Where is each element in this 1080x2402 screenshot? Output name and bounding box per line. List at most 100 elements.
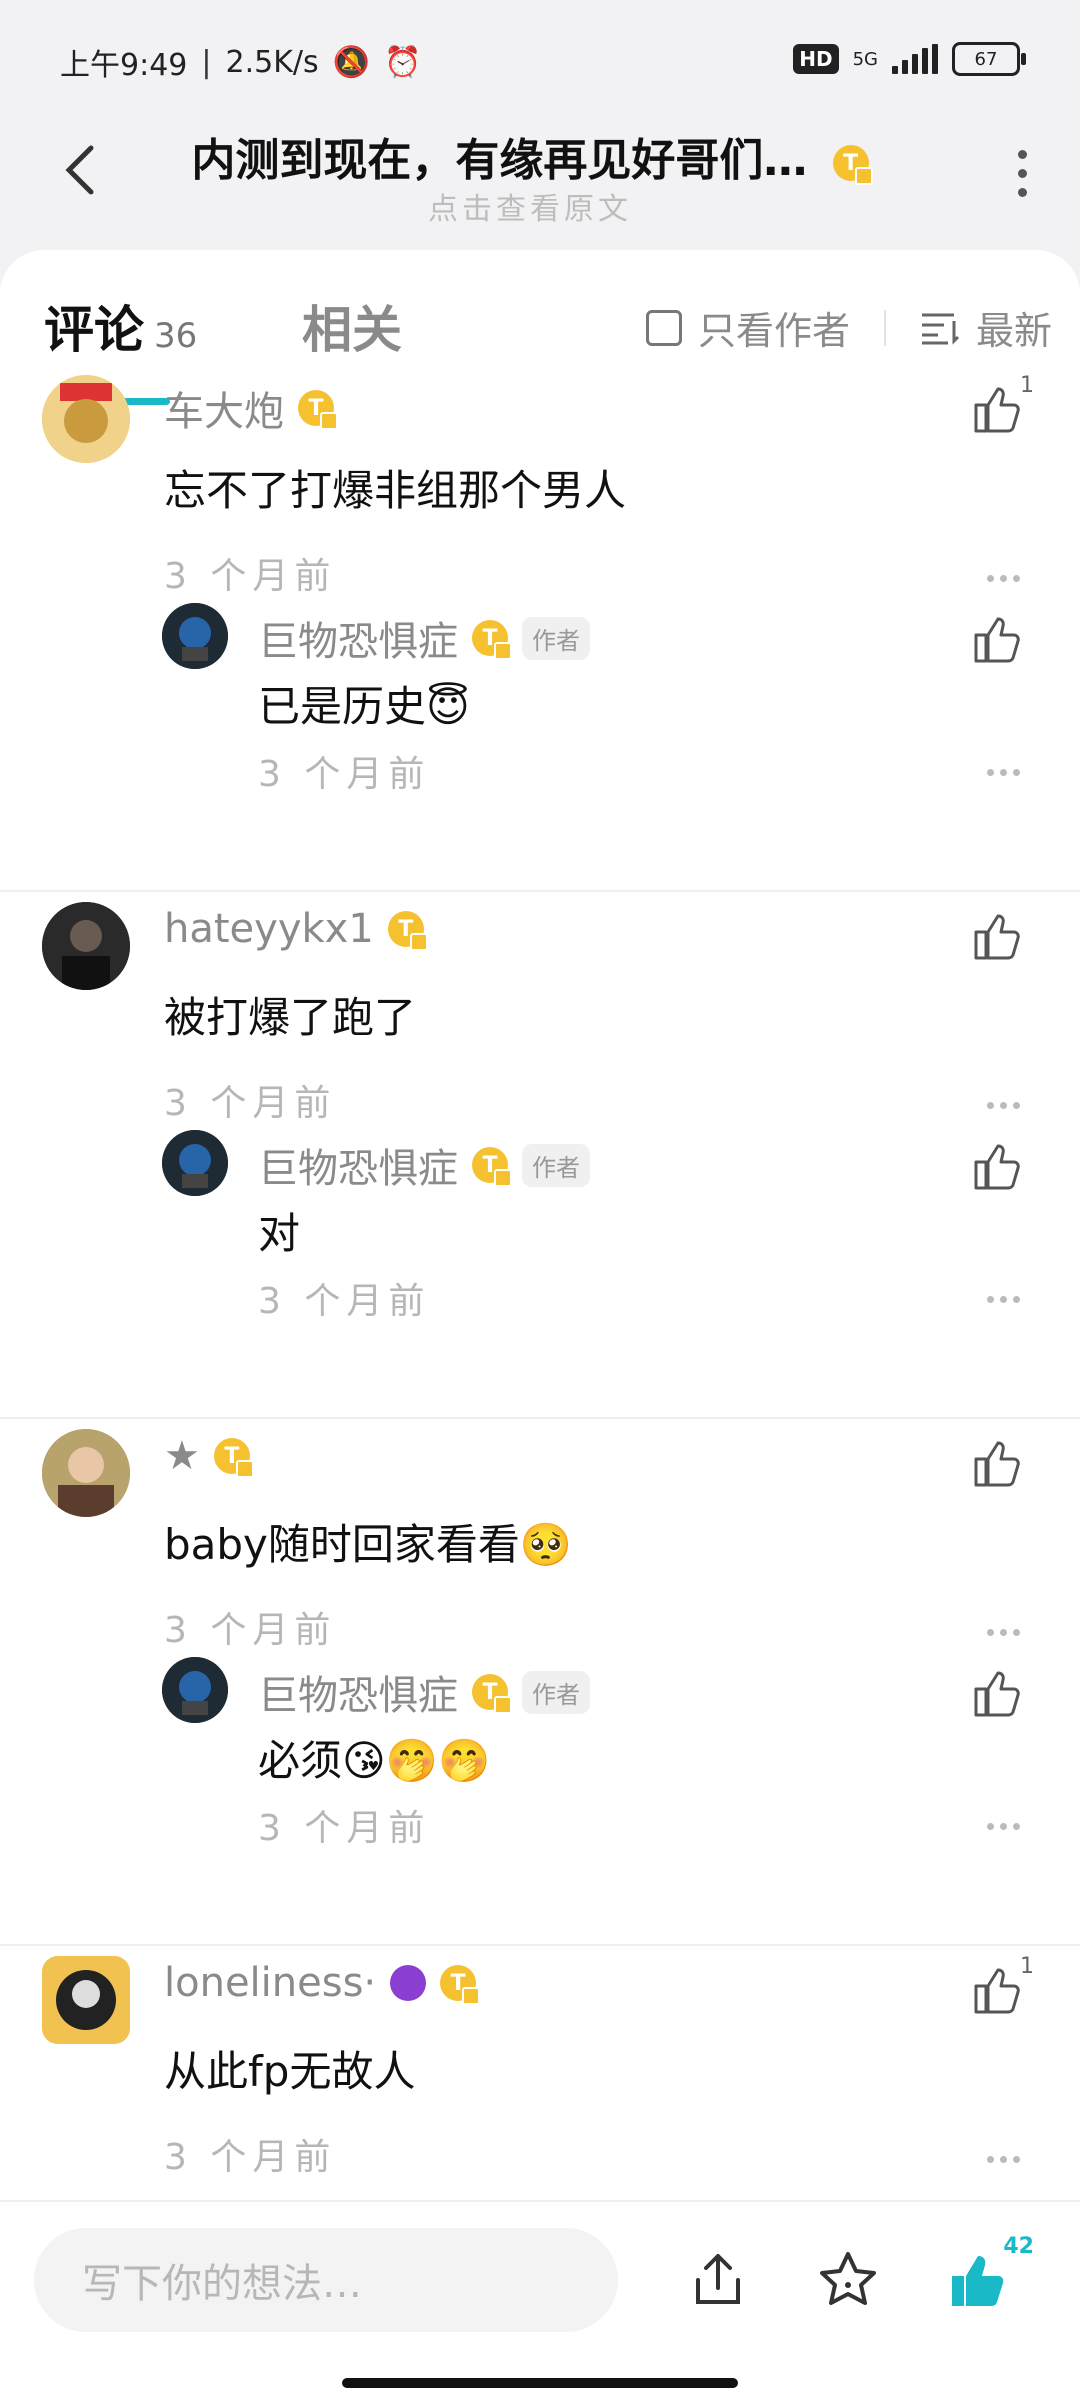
reply-more-icon[interactable] — [987, 1823, 1020, 1830]
thumb-up-icon — [974, 1441, 1020, 1487]
level-badge-icon: T — [387, 911, 428, 951]
comment-username[interactable]: loneliness· T — [164, 1960, 481, 2006]
avatar[interactable] — [42, 1429, 130, 1517]
reply-username[interactable]: 巨物恐惧症 T 作者 — [258, 609, 590, 667]
post-like-button[interactable]: 42 — [946, 2234, 1034, 2312]
level-badge-icon: T — [832, 145, 873, 185]
comment-username[interactable]: hateyykx1 T — [164, 906, 428, 952]
comments-count: 36 — [154, 316, 198, 356]
thumb-up-icon — [974, 617, 1020, 663]
back-button[interactable] — [50, 140, 110, 200]
level-badge-icon: T — [472, 1674, 512, 1714]
thumb-up-icon — [974, 1968, 1020, 2014]
reply-item: 巨物恐惧症 T 作者 已是历史😇 3 个月前 — [162, 603, 1080, 803]
sort-label[interactable]: 最新 — [976, 300, 1052, 355]
comment-more-icon[interactable] — [987, 1629, 1020, 1636]
reply-text[interactable]: 对 — [258, 1200, 300, 1261]
author-tag: 作者 — [522, 1143, 590, 1187]
hd-icon: HD — [793, 44, 839, 74]
comment-item: ★ T baby随时回家看看🥺 3 个月前 巨物恐惧症 T 作者 必须😘🤭🤭 3 个月… — [0, 1419, 1080, 1946]
like-count: 1 — [1020, 1954, 1034, 1979]
reply-text[interactable]: 必须😘🤭🤭 — [258, 1727, 490, 1788]
comment-text[interactable]: baby随时回家看看🥺 — [164, 1511, 572, 1572]
reply-item: 巨物恐惧症 T 作者 必须😘🤭🤭 3 个月前 — [162, 1657, 1080, 1857]
comment-item: loneliness· T 从此fp无故人 3 个月前 1 — [0, 1946, 1080, 2236]
comment-item: hateyykx1 T 被打爆了跑了 3 个月前 巨物恐惧症 T 作者 对 3 个月前 — [0, 892, 1080, 1419]
comments-sheet: 评论 36 相关 只看作者 最新 车大炮 T 忘不了打爆非组那个男人 3 个月前 1 — [0, 250, 1080, 2400]
reply-item: 巨物恐惧症 T 作者 对 3 个月前 — [162, 1130, 1080, 1330]
like-button[interactable]: 1 — [970, 373, 1034, 435]
comment-text[interactable]: 忘不了打爆非组那个男人 — [164, 457, 626, 518]
comment-username[interactable]: 车大炮 T — [164, 379, 338, 437]
tabs-bar: 评论 36 相关 只看作者 最新 — [44, 280, 1052, 405]
reply-time: 3 个月前 — [258, 1808, 431, 1849]
avatar[interactable] — [162, 1657, 228, 1723]
star-icon: ★ — [164, 1433, 200, 1479]
reply-username[interactable]: 巨物恐惧症 T 作者 — [258, 1663, 590, 1721]
level-badge-icon: T — [472, 1147, 512, 1187]
view-original-link[interactable]: 点击查看原文 — [150, 184, 910, 228]
comment-time: 3 个月前 — [164, 556, 337, 597]
like-button[interactable] — [970, 1140, 1022, 1192]
page-title: 内测到现在，有缘再见好哥们… T — [150, 124, 910, 188]
comment-input[interactable]: 写下你的想法… — [34, 2228, 618, 2332]
reply-text[interactable]: 已是历史😇 — [258, 673, 470, 734]
comment-list: 车大炮 T 忘不了打爆非组那个男人 3 个月前 1 巨物恐惧症 T 作者 已是历史😇 … — [0, 365, 1080, 2236]
mute-icon: 🔕 — [332, 44, 370, 80]
share-icon — [696, 2254, 740, 2304]
comment-more-icon[interactable] — [987, 1102, 1020, 1109]
level-badge-icon: T — [472, 620, 512, 660]
post-like-count: 42 — [1003, 2234, 1034, 2259]
like-count: 1 — [1020, 373, 1034, 398]
author-only-label[interactable]: 只看作者 — [698, 300, 850, 355]
comment-text[interactable]: 从此fp无故人 — [164, 2038, 415, 2099]
like-button[interactable]: 1 — [970, 1954, 1034, 2016]
comment-text[interactable]: 被打爆了跑了 — [164, 984, 416, 1045]
like-button[interactable] — [970, 1437, 1022, 1489]
favorite-button[interactable] — [816, 2248, 880, 2312]
author-tag: 作者 — [522, 1670, 590, 1714]
reply-more-icon[interactable] — [987, 769, 1020, 776]
level-badge-icon: T — [440, 1965, 481, 2005]
tab-comments[interactable]: 评论 36 — [44, 290, 197, 362]
avatar[interactable] — [162, 603, 228, 669]
comment-time: 3 个月前 — [164, 1610, 337, 1651]
emoji-badge-icon — [390, 1965, 427, 2001]
star-icon — [820, 2252, 876, 2305]
share-button[interactable] — [686, 2248, 750, 2312]
post-header: 内测到现在，有缘再见好哥们… T 点击查看原文 — [0, 110, 1080, 250]
reply-time: 3 个月前 — [258, 1281, 431, 1322]
thumb-up-icon — [974, 387, 1020, 433]
avatar[interactable] — [42, 1956, 130, 2044]
like-button[interactable] — [970, 1667, 1022, 1719]
avatar[interactable] — [42, 375, 130, 463]
tab-related[interactable]: 相关 — [302, 290, 402, 362]
battery-icon: 67 — [952, 42, 1026, 76]
level-badge-icon: T — [298, 390, 338, 430]
comment-more-icon[interactable] — [987, 575, 1020, 582]
alarm-icon: ⏰ — [383, 44, 422, 80]
more-options-icon[interactable] — [1012, 150, 1032, 197]
comment-item: 车大炮 T 忘不了打爆非组那个男人 3 个月前 1 巨物恐惧症 T 作者 已是历史😇 … — [0, 365, 1080, 892]
avatar[interactable] — [162, 1130, 228, 1196]
reply-time: 3 个月前 — [258, 754, 431, 795]
home-indicator[interactable] — [342, 2378, 738, 2388]
status-time: 上午9:49 — [60, 48, 188, 83]
avatar[interactable] — [42, 902, 130, 990]
filter-controls: 只看作者 最新 — [645, 300, 1052, 355]
comment-username[interactable]: ★ T — [164, 1433, 254, 1479]
network-speed: 2.5K/s — [225, 44, 319, 80]
bottom-action-bar: 写下你的想法… 42 — [0, 2200, 1080, 2402]
network-type: 5G — [852, 48, 878, 70]
reply-username[interactable]: 巨物恐惧症 T 作者 — [258, 1136, 590, 1194]
sort-icon[interactable] — [920, 311, 960, 345]
author-only-checkbox[interactable] — [645, 309, 682, 346]
like-button[interactable] — [970, 613, 1022, 665]
level-badge-icon: T — [213, 1438, 254, 1478]
signal-icon — [892, 44, 938, 74]
like-button[interactable] — [970, 910, 1022, 962]
thumb-up-icon — [974, 1144, 1020, 1190]
reply-more-icon[interactable] — [987, 1296, 1020, 1303]
comment-more-icon[interactable] — [987, 2156, 1020, 2163]
thumb-up-icon — [974, 1671, 1020, 1717]
